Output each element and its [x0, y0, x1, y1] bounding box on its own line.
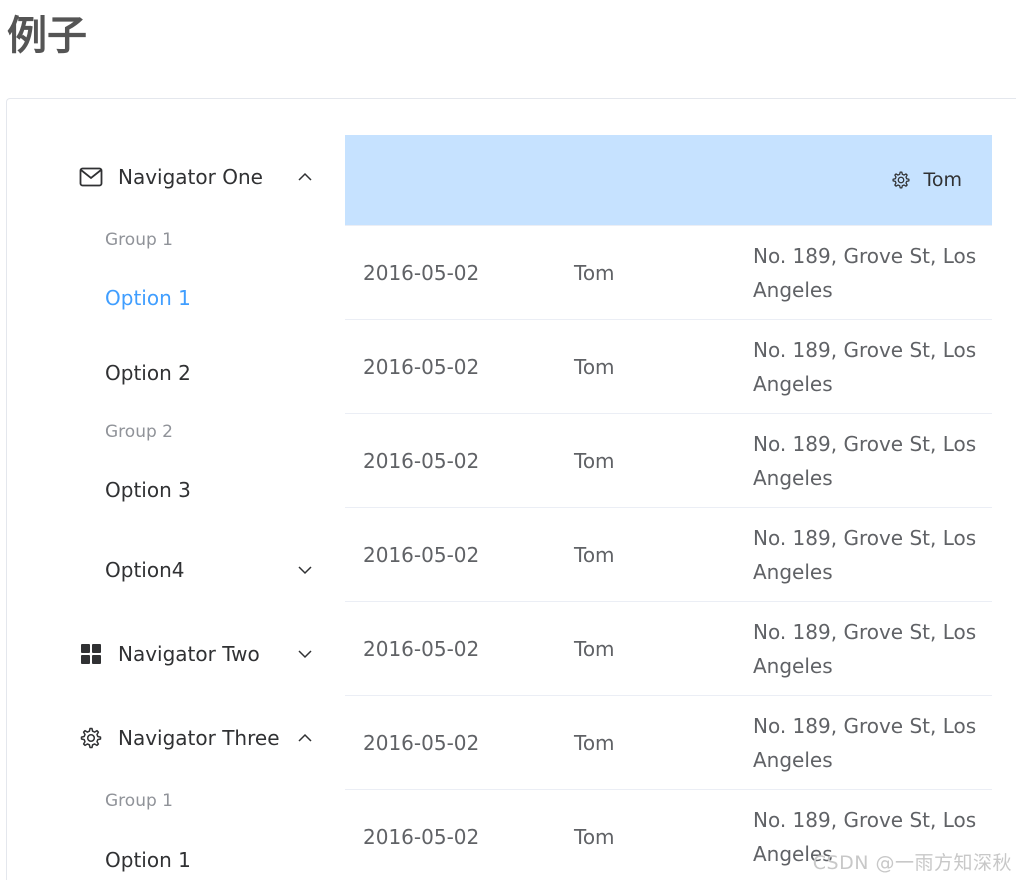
table-body: 2016-05-02 Tom No. 189, Grove St, Los An…	[345, 225, 992, 880]
gear-icon	[79, 726, 103, 750]
table-header-name: Tom	[923, 169, 962, 191]
cell-address: No. 189, Grove St, Los Angeles	[753, 320, 983, 413]
cell-name: Tom	[574, 696, 615, 789]
cell-date: 2016-05-02	[363, 226, 479, 319]
cell-address: No. 189, Grove St, Los Angeles	[753, 602, 983, 695]
menu-navigator-three[interactable]: Navigator Three	[7, 714, 337, 762]
menu-option-1[interactable]: Option 1	[105, 286, 191, 310]
cell-date: 2016-05-02	[363, 320, 479, 413]
cell-date: 2016-05-02	[363, 602, 479, 695]
menu-option-2[interactable]: Option 2	[105, 361, 191, 385]
cell-address: No. 189, Grove St, Los Angeles	[753, 696, 983, 789]
menu-option-3[interactable]: Option 3	[105, 478, 191, 502]
grid-icon	[79, 642, 103, 666]
cell-name: Tom	[574, 602, 615, 695]
cell-name: Tom	[574, 414, 615, 507]
table-row: 2016-05-02 Tom No. 189, Grove St, Los An…	[345, 414, 992, 508]
menu-option-1[interactable]: Option 1	[105, 848, 191, 872]
cell-name: Tom	[574, 790, 615, 880]
menu-group-1-label: Group 1	[105, 230, 173, 250]
cell-address: No. 189, Grove St, Los Angeles	[753, 508, 983, 601]
table-row: 2016-05-02 Tom No. 189, Grove St, Los An…	[345, 696, 992, 790]
table-row: 2016-05-02 Tom No. 189, Grove St, Los An…	[345, 602, 992, 696]
chevron-up-icon	[297, 730, 313, 746]
page-title: 例子	[7, 12, 87, 60]
table-row: 2016-05-02 Tom No. 189, Grove St, Los An…	[345, 508, 992, 602]
content-panel: Navigator One Group 1 Option 1 Option 2 …	[6, 98, 1016, 880]
table-row: 2016-05-02 Tom No. 189, Grove St, Los An…	[345, 320, 992, 414]
cell-name: Tom	[574, 320, 615, 413]
cell-date: 2016-05-02	[363, 508, 479, 601]
table-header-cell: Tom	[891, 135, 962, 225]
menu-navigator-two[interactable]: Navigator Two	[7, 630, 337, 678]
cell-name: Tom	[574, 226, 615, 319]
table-header: Tom	[345, 135, 992, 225]
menu-group-1-label: Group 1	[105, 791, 173, 811]
menu-submenu-option4-label: Option4	[105, 558, 184, 582]
sidebar-menu: Navigator One Group 1 Option 1 Option 2 …	[7, 99, 337, 880]
cell-address: No. 189, Grove St, Los Angeles	[753, 226, 983, 319]
cell-date: 2016-05-02	[363, 790, 479, 880]
cell-date: 2016-05-02	[363, 696, 479, 789]
watermark: CSDN @一雨方知深秋	[813, 848, 1012, 875]
chevron-down-icon	[297, 562, 313, 578]
table-row: 2016-05-02 Tom No. 189, Grove St, Los An…	[345, 225, 992, 320]
menu-navigator-two-label: Navigator Two	[118, 642, 260, 666]
data-table: Tom 2016-05-02 Tom No. 189, Grove St, Lo…	[345, 135, 992, 880]
menu-navigator-one[interactable]: Navigator One	[7, 153, 337, 201]
cell-address: No. 189, Grove St, Los Angeles	[753, 414, 983, 507]
menu-navigator-one-label: Navigator One	[118, 165, 263, 189]
cell-name: Tom	[574, 508, 615, 601]
gear-icon	[891, 170, 911, 190]
cell-date: 2016-05-02	[363, 414, 479, 507]
chevron-up-icon	[297, 169, 313, 185]
menu-navigator-three-label: Navigator Three	[118, 726, 280, 750]
menu-group-2-label: Group 2	[105, 422, 173, 442]
menu-submenu-option4[interactable]: Option4	[7, 546, 337, 594]
mail-icon	[79, 165, 103, 189]
chevron-down-icon	[297, 646, 313, 662]
